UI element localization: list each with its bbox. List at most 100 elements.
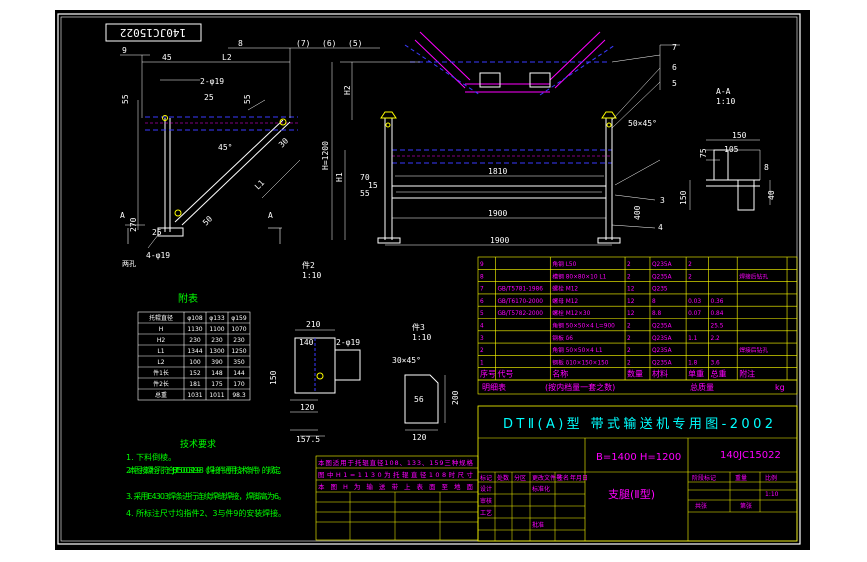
title-cell-process: 工艺 [480, 509, 492, 517]
dim-1900-outer: 1900 [490, 236, 509, 245]
bom-cell: 1 [480, 360, 484, 366]
bom-cell: 3.6 [711, 360, 721, 366]
bom-cell: 3 [480, 336, 484, 342]
bom-cell: 2 [627, 336, 631, 342]
attached-table-cell: H [159, 326, 164, 333]
dim-56: 56 [414, 395, 424, 404]
attached-table-cell: 230 [211, 337, 223, 344]
bom-cell: 序号 [480, 369, 496, 379]
bom-cell: 2 [688, 262, 692, 268]
bom-cell: 螺栓 M12×30 [552, 309, 590, 317]
attached-table-cell: 98.3 [232, 392, 246, 399]
dim-holes: 两孔 [122, 260, 136, 268]
bom-cell: 角钢 L50 [552, 260, 576, 268]
bom-cell: 25.5 [711, 324, 724, 330]
attached-table-cell: 230 [233, 337, 245, 344]
note-2: 2. 本图按螺栓孔符合JB/T5000.3-1998《焊接件通用技术条件》的规定… [126, 465, 286, 475]
dim-2phi19-detail: 2-φ19 [336, 338, 360, 347]
bom-cell: 2 [627, 360, 631, 366]
bom-cell: 名称 [552, 369, 568, 379]
bom-cell: 8.8 [652, 311, 662, 317]
dim-55-left: 55 [121, 94, 130, 104]
dim-7: (7) [296, 39, 310, 48]
attached-table-cell: 100 [189, 359, 201, 366]
attached-table-cell: 1011 [209, 392, 224, 399]
dim-150-top: 150 [732, 131, 747, 140]
dim-8b: 8 [764, 163, 769, 172]
attached-table-cell: 总重 [155, 391, 167, 399]
attached-table-cell: 181 [189, 381, 201, 388]
dim-30x45: 30×45° [392, 356, 421, 365]
bom-cell: Q235A [652, 274, 672, 280]
bom-cell: 角钢 50×50×4 L=900 [552, 322, 615, 330]
drawing-number-rotated: 140JC15022 [120, 26, 186, 39]
attached-table-cell: 390 [211, 359, 223, 366]
dim-55: 55 [243, 94, 252, 104]
dim-140: 140 [299, 338, 314, 347]
title-cell-total-sheets: 共张 [695, 502, 707, 510]
dim-chamfer: 50×45° [628, 119, 657, 128]
title-cell-count: 处数 [497, 474, 509, 482]
bom-cell: 螺栓 M12 [552, 285, 578, 293]
dim-L2: L2 [222, 53, 232, 62]
bom-cell: 材料 [652, 369, 668, 379]
label-4: 4 [658, 223, 663, 232]
dim-8: 8 [238, 39, 243, 48]
title-drawing-number: 140JC15022 [720, 450, 781, 461]
bom-cell: 2 [627, 348, 631, 354]
detail2-scale: 1:10 [302, 271, 321, 280]
bom-cell: 8 [652, 299, 656, 305]
dim-4phi19: 4-φ19 [146, 251, 170, 260]
attached-table-cell: 230 [189, 337, 201, 344]
bom-cell: 钢板 δ6 [552, 334, 573, 342]
dim-120b: 120 [412, 433, 427, 442]
bom-cell: GB/T5782-2000 [497, 311, 543, 317]
bom-cell: 螺母 M12 [552, 297, 578, 305]
dim-h2: H2 [343, 85, 352, 95]
attached-table-cell: L2 [157, 359, 164, 366]
attached-table-cell: φ133 [209, 315, 225, 322]
dim-2phi19: 2-φ19 [200, 77, 224, 86]
title-cell-design: 设计 [480, 485, 492, 493]
dim-h1: H1 [335, 172, 344, 182]
bom-cell: 8 [480, 274, 484, 280]
dim-5: (5) [348, 39, 362, 48]
bom-cell: 0.84 [711, 311, 724, 317]
section-scale: 1:10 [716, 97, 735, 106]
dim-105: 105 [724, 145, 739, 154]
bom-cell: 2 [627, 262, 631, 268]
dim-6: (6) [322, 39, 336, 48]
bom-cell: 0.03 [688, 299, 701, 305]
bom-cell: 0.36 [711, 299, 724, 305]
dim-120: 120 [300, 403, 315, 412]
bom-cell: 单重 [688, 369, 704, 379]
dim-15: 15 [368, 181, 378, 190]
attached-table-cell: φ159 [231, 315, 247, 322]
note-3: 3. 采用E4303焊条进行连续焊缝焊接，焊脚高为6。 [126, 491, 286, 501]
bom-cell: 2.2 [711, 336, 721, 342]
cad-canvas: 140JC15022 4 5 L2 8 (7) (6) (5) 9 2-φ19 2… [0, 0, 867, 562]
bom-cell: 4 [480, 324, 484, 330]
section-mark-a-right: A [268, 211, 273, 220]
bom-cell: 钢板 δ10×150×150 [552, 358, 609, 366]
dim-75: 75 [699, 148, 708, 158]
dim-25b: 25 [152, 228, 162, 237]
bom-cell: 附注 [739, 369, 755, 379]
bom-cell: 数量 [627, 369, 643, 379]
section-mark-a-left: A [120, 211, 125, 220]
dim-200: 200 [451, 390, 460, 405]
bom-cell: 角钢 50×50×4 L1 [552, 346, 603, 354]
bom-cell: 9 [480, 262, 484, 268]
bom-cell: 代号 [497, 369, 513, 379]
attached-table-cell: 1344 [187, 348, 202, 355]
bom-cell: 7 [480, 287, 484, 293]
title-cell-scale: 1:10 [765, 491, 779, 498]
label-3: 3 [660, 196, 665, 205]
bom-footer-cell: 明细表 [482, 382, 506, 392]
title-cell-approve: 批准 [532, 521, 544, 529]
title-cell-review: 审核 [480, 497, 492, 505]
label-5: 5 [672, 79, 677, 88]
attached-table-cell: 144 [233, 370, 245, 377]
title-cell-sheet: 第张 [740, 502, 752, 510]
dim-45deg: 45° [218, 143, 232, 152]
